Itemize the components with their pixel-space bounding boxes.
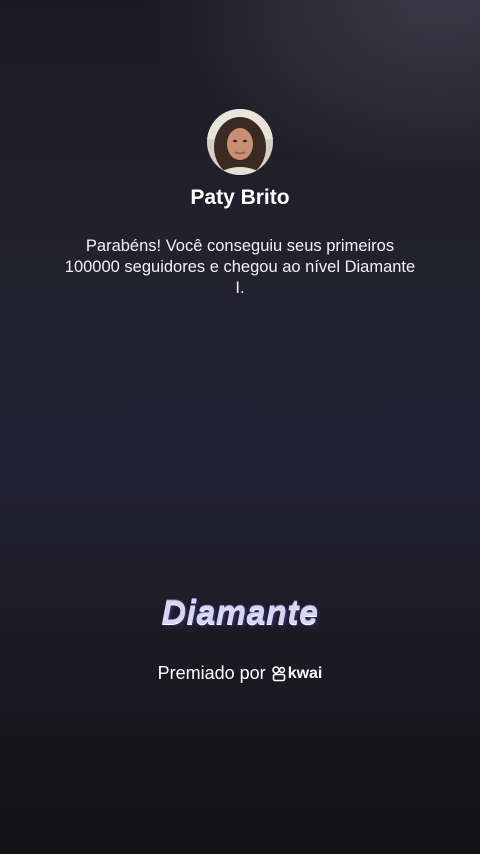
awarded-by: Premiado por kwai — [0, 663, 480, 684]
achievement-message: Parabéns! Você conseguiu seus primeiros … — [64, 237, 416, 297]
kwai-logo: kwai — [271, 664, 323, 683]
kwai-logo-icon — [271, 665, 285, 681]
tier-badge: Diamante — [0, 594, 480, 633]
kwai-brand: kwai — [287, 664, 323, 682]
avatar-photo — [207, 109, 273, 175]
tier-label: Diamante — [161, 594, 319, 632]
user-name: Paty Brito — [190, 186, 290, 209]
avatar — [207, 109, 273, 175]
awarded-prefix: Premiado por — [157, 663, 266, 683]
